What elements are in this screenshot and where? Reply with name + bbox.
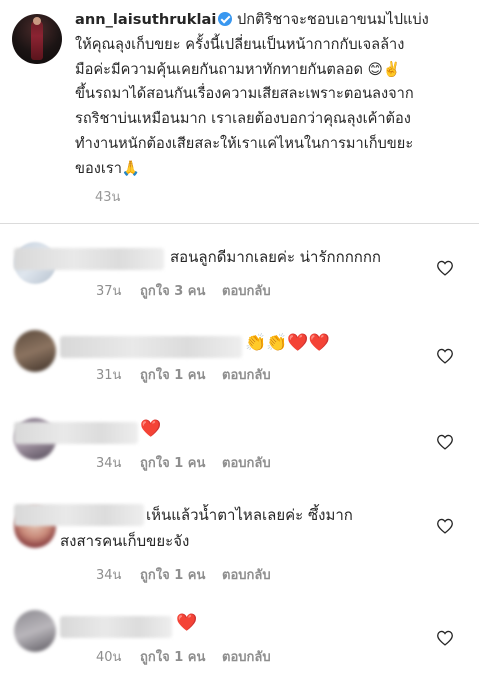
comment-likes[interactable]: ถูกใจ 1 คน <box>140 364 205 385</box>
caption-line: รถริชาบ่นเหมือนมาก เราเลยต้องบอกว่าคุณลุ… <box>75 110 411 128</box>
comment-time: 40น <box>96 650 122 665</box>
post-author-avatar[interactable] <box>12 14 62 64</box>
divider <box>0 223 479 224</box>
comment-emoji: ❤️ <box>140 419 162 439</box>
comment-likes[interactable]: ถูกใจ 1 คน <box>140 646 205 667</box>
caption-line: ของเรา🙏 <box>75 159 141 177</box>
post-timestamp: 43น <box>95 190 121 205</box>
reply-button[interactable]: ตอบกลับ <box>222 564 271 585</box>
heart-outline-icon[interactable] <box>436 518 454 534</box>
comment-text: 👏👏❤️❤️ <box>245 330 330 356</box>
reply-button[interactable]: ตอบกลับ <box>222 364 271 385</box>
comment-text: ❤️ <box>140 416 161 442</box>
heart-outline-icon[interactable] <box>436 630 454 646</box>
caption-line: มือค่ะมีความคุ้นเคยกันถามหาทักทายกันตลอด… <box>75 60 402 78</box>
reply-button[interactable]: ตอบกลับ <box>222 452 271 473</box>
caption-line: ทำงานหนักต้องเสียสละให้เราแค่ไหนในการมาเ… <box>75 134 414 152</box>
commenter-username-blurred[interactable] <box>14 248 164 270</box>
reply-button[interactable]: ตอบกลับ <box>222 646 271 667</box>
heart-outline-icon[interactable] <box>436 348 454 364</box>
heart-outline-icon[interactable] <box>436 260 454 276</box>
commenter-avatar[interactable] <box>14 330 56 372</box>
comment-text: สอนลูกดีมากเลยค่ะ น่ารักกกกกก <box>170 248 382 266</box>
commenter-username-blurred[interactable] <box>14 504 144 526</box>
comment-time: 34น <box>96 568 122 583</box>
comment-text: สงสารคนเก็บขยะจัง <box>60 532 190 550</box>
comment-emoji: ❤️ <box>176 613 198 633</box>
caption-line: ปกติริชาจะชอบเอาขนมไปแบ่ง <box>237 11 429 28</box>
comment-time: 34น <box>96 456 122 471</box>
comment-emoji: 👏👏❤️❤️ <box>245 333 330 353</box>
heart-outline-icon[interactable] <box>436 434 454 450</box>
caption-line: ขึ้นรถมาได้สอนกันเรื่องความเสียสละเพราะต… <box>75 85 414 103</box>
caption-line: ให้คุณลุงเก็บขยะ ครั้งนี้เปลี่ยนเป็นหน้า… <box>75 35 405 53</box>
commenter-username-blurred[interactable] <box>60 616 172 638</box>
commenter-username-blurred[interactable] <box>60 336 242 358</box>
comment-likes[interactable]: ถูกใจ 1 คน <box>140 452 205 473</box>
commenter-avatar[interactable] <box>14 610 56 652</box>
comment-time: 31น <box>96 368 122 383</box>
comment-text: ❤️ <box>176 610 197 636</box>
comment-text: เห็นแล้วน้ำตาไหลเลยค่ะ ซึ้งมาก <box>146 506 353 524</box>
caption-text: ann_laisuthruklai ปกติริชาจะชอบเอาขนมไปแ… <box>75 8 470 182</box>
comment-likes[interactable]: ถูกใจ 1 คน <box>140 564 205 585</box>
verified-badge-icon <box>218 12 233 26</box>
post-username[interactable]: ann_laisuthruklai <box>75 11 216 28</box>
commenter-username-blurred[interactable] <box>14 422 138 444</box>
comment-likes[interactable]: ถูกใจ 3 คน <box>140 280 205 301</box>
comment-time: 37น <box>96 284 122 299</box>
reply-button[interactable]: ตอบกลับ <box>222 280 271 301</box>
